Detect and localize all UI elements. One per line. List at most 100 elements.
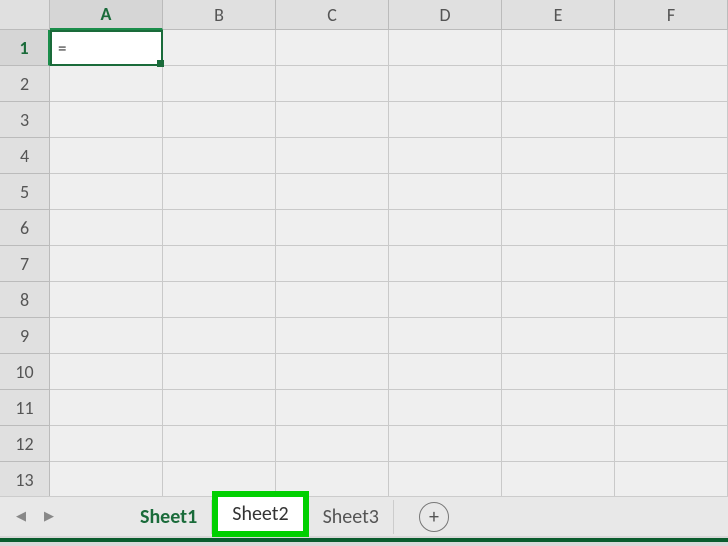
cell-C12[interactable]: [276, 426, 389, 462]
cell-C7[interactable]: [276, 246, 389, 282]
cell-F1[interactable]: [615, 30, 728, 66]
cell-E10[interactable]: [502, 354, 615, 390]
select-all-corner[interactable]: [0, 0, 50, 30]
cell-B8[interactable]: [163, 282, 276, 318]
cell-B7[interactable]: [163, 246, 276, 282]
cell-E5[interactable]: [502, 174, 615, 210]
cell-E11[interactable]: [502, 390, 615, 426]
cell-A5[interactable]: [50, 174, 163, 210]
cell-A12[interactable]: [50, 426, 163, 462]
cell-A9[interactable]: [50, 318, 163, 354]
cell-C9[interactable]: [276, 318, 389, 354]
row-header-4[interactable]: 4: [0, 138, 50, 174]
row-header-6[interactable]: 6: [0, 210, 50, 246]
cell-C5[interactable]: [276, 174, 389, 210]
column-header-B[interactable]: B: [163, 0, 276, 30]
cell-C8[interactable]: [276, 282, 389, 318]
row-header-7[interactable]: 7: [0, 246, 50, 282]
cell-D11[interactable]: [389, 390, 502, 426]
cell-D1[interactable]: [389, 30, 502, 66]
cell-D5[interactable]: [389, 174, 502, 210]
row-header-5[interactable]: 5: [0, 174, 50, 210]
cell-E6[interactable]: [502, 210, 615, 246]
cell-C6[interactable]: [276, 210, 389, 246]
row-header-8[interactable]: 8: [0, 282, 50, 318]
cell-E12[interactable]: [502, 426, 615, 462]
cell-E2[interactable]: [502, 66, 615, 102]
cell-F3[interactable]: [615, 102, 728, 138]
cell-B2[interactable]: [163, 66, 276, 102]
cell-B1[interactable]: [163, 30, 276, 66]
cell-D9[interactable]: [389, 318, 502, 354]
cell-A1[interactable]: =: [50, 30, 163, 66]
row-header-10[interactable]: 10: [0, 354, 50, 390]
cell-E7[interactable]: [502, 246, 615, 282]
cell-A4[interactable]: [50, 138, 163, 174]
cell-F12[interactable]: [615, 426, 728, 462]
cell-F2[interactable]: [615, 66, 728, 102]
cell-E1[interactable]: [502, 30, 615, 66]
cell-D4[interactable]: [389, 138, 502, 174]
cell-B3[interactable]: [163, 102, 276, 138]
column-header-D[interactable]: D: [389, 0, 502, 30]
cell-B5[interactable]: [163, 174, 276, 210]
cell-B9[interactable]: [163, 318, 276, 354]
cell-C3[interactable]: [276, 102, 389, 138]
cell-A3[interactable]: [50, 102, 163, 138]
row-header-3[interactable]: 3: [0, 102, 50, 138]
cell-E9[interactable]: [502, 318, 615, 354]
column-header-A[interactable]: A: [50, 0, 163, 30]
cell-A11[interactable]: [50, 390, 163, 426]
column-header-E[interactable]: E: [502, 0, 615, 30]
cell-C2[interactable]: [276, 66, 389, 102]
cell-F5[interactable]: [615, 174, 728, 210]
cell-D2[interactable]: [389, 66, 502, 102]
row-header-11[interactable]: 11: [0, 390, 50, 426]
cell-A2[interactable]: [50, 66, 163, 102]
cell-F10[interactable]: [615, 354, 728, 390]
cell-A13[interactable]: [50, 462, 163, 498]
cell-F6[interactable]: [615, 210, 728, 246]
cell-B10[interactable]: [163, 354, 276, 390]
cell-C1[interactable]: [276, 30, 389, 66]
sheet-tab-sheet3[interactable]: Sheet3: [309, 500, 394, 534]
cell-F11[interactable]: [615, 390, 728, 426]
sheet-tab-sheet2[interactable]: Sheet2: [212, 491, 308, 537]
cell-E13[interactable]: [502, 462, 615, 498]
cell-A10[interactable]: [50, 354, 163, 390]
add-sheet-button[interactable]: +: [419, 502, 449, 532]
column-header-F[interactable]: F: [615, 0, 728, 30]
cell-B11[interactable]: [163, 390, 276, 426]
tab-nav-next-icon[interactable]: ▶: [38, 506, 60, 528]
cell-D10[interactable]: [389, 354, 502, 390]
cell-E4[interactable]: [502, 138, 615, 174]
cell-E8[interactable]: [502, 282, 615, 318]
cell-A8[interactable]: [50, 282, 163, 318]
cell-F8[interactable]: [615, 282, 728, 318]
cell-A6[interactable]: [50, 210, 163, 246]
cell-D6[interactable]: [389, 210, 502, 246]
row-header-13[interactable]: 13: [0, 462, 50, 498]
cell-F9[interactable]: [615, 318, 728, 354]
cell-E3[interactable]: [502, 102, 615, 138]
row-header-12[interactable]: 12: [0, 426, 50, 462]
cell-D13[interactable]: [389, 462, 502, 498]
cell-F4[interactable]: [615, 138, 728, 174]
cell-D7[interactable]: [389, 246, 502, 282]
cell-A7[interactable]: [50, 246, 163, 282]
row-header-9[interactable]: 9: [0, 318, 50, 354]
cell-F7[interactable]: [615, 246, 728, 282]
cell-B4[interactable]: [163, 138, 276, 174]
tab-nav-prev-icon[interactable]: ◀: [10, 506, 32, 528]
sheet-tab-sheet1[interactable]: Sheet1: [126, 500, 212, 534]
row-header-2[interactable]: 2: [0, 66, 50, 102]
column-header-C[interactable]: C: [276, 0, 389, 30]
cell-D12[interactable]: [389, 426, 502, 462]
cell-D3[interactable]: [389, 102, 502, 138]
row-header-1[interactable]: 1: [0, 30, 50, 66]
cell-C11[interactable]: [276, 390, 389, 426]
cell-C10[interactable]: [276, 354, 389, 390]
cell-B6[interactable]: [163, 210, 276, 246]
cell-C4[interactable]: [276, 138, 389, 174]
cell-F13[interactable]: [615, 462, 728, 498]
